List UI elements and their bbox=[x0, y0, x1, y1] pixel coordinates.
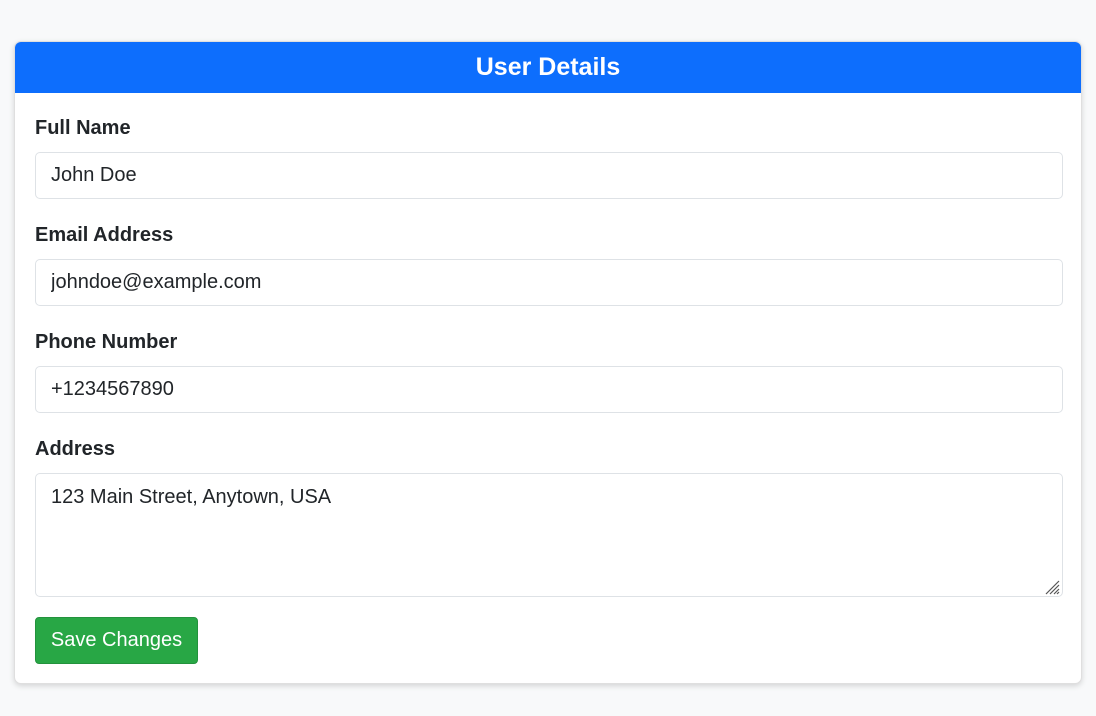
full-name-group: Full Name bbox=[35, 117, 1063, 199]
card-title: User Details bbox=[475, 53, 621, 81]
full-name-label: Full Name bbox=[35, 117, 131, 139]
email-label: Email Address bbox=[35, 224, 174, 246]
phone-label: Phone Number bbox=[35, 331, 178, 353]
email-group: Email Address bbox=[35, 224, 1063, 306]
save-changes-button[interactable]: Save Changes bbox=[35, 617, 198, 664]
full-name-input[interactable] bbox=[35, 152, 1063, 199]
address-label: Address bbox=[35, 438, 116, 460]
card-header: User Details bbox=[15, 42, 1081, 93]
address-group: Address 123 Main Street, Anytown, USA bbox=[35, 438, 1063, 597]
email-input[interactable] bbox=[35, 259, 1063, 306]
phone-input[interactable] bbox=[35, 366, 1063, 413]
resize-grip-icon[interactable] bbox=[1044, 579, 1060, 595]
user-details-card: User Details Full Name Email Address Pho… bbox=[14, 41, 1082, 684]
phone-group: Phone Number bbox=[35, 331, 1063, 413]
address-textarea[interactable]: 123 Main Street, Anytown, USA bbox=[35, 473, 1063, 597]
